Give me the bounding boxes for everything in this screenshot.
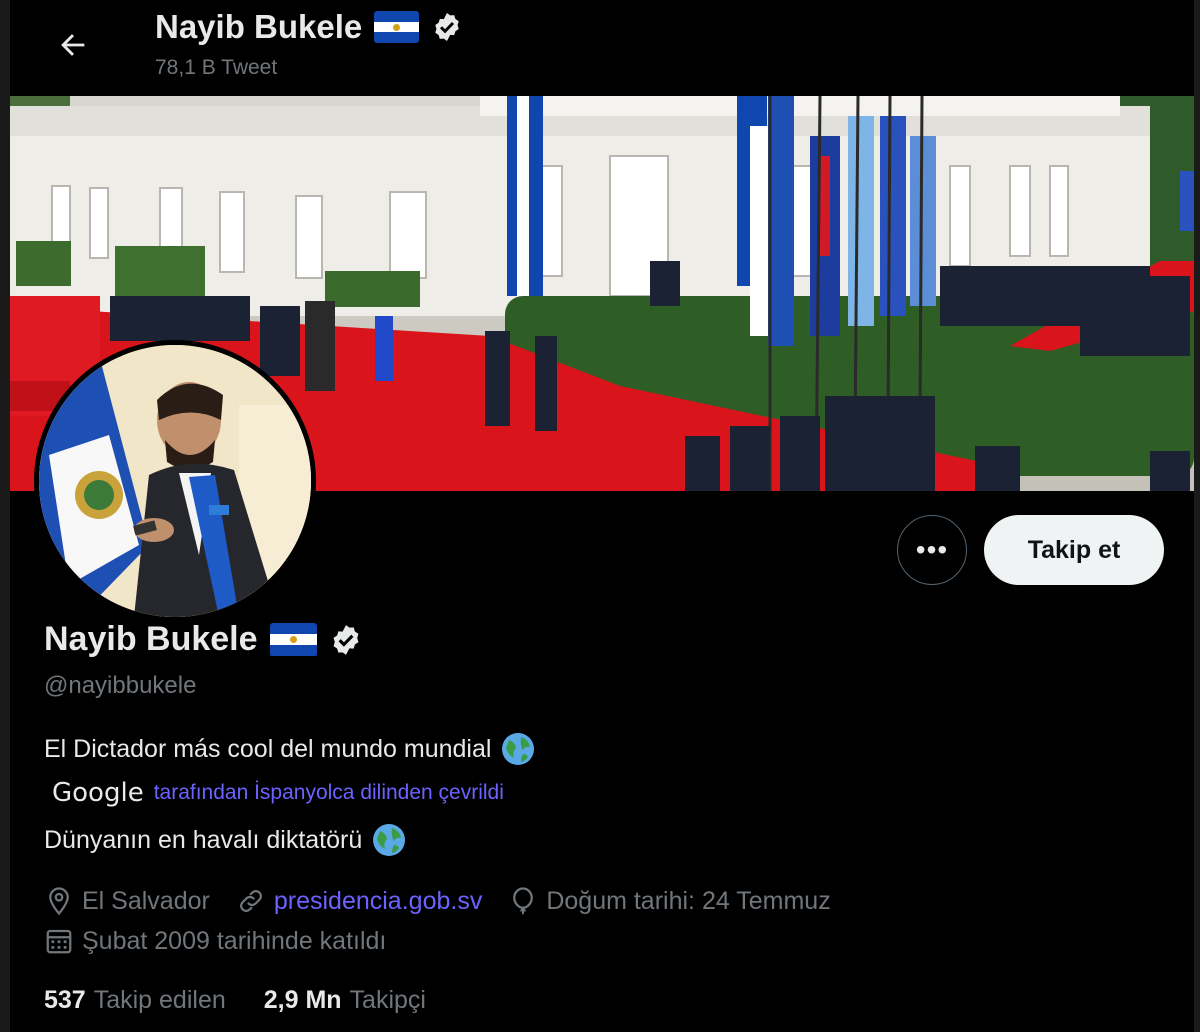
translation-attribution: Google tarafından İspanyolca dilinden çe…: [52, 778, 504, 808]
back-arrow-icon[interactable]: [50, 22, 96, 68]
calendar-icon: [44, 926, 74, 956]
profile-name: Nayib Bukele: [44, 620, 258, 658]
joined-text: Şubat 2009 tarihinde katıldı: [82, 926, 387, 955]
following-link[interactable]: 537 Takip edilen: [44, 986, 226, 1015]
window-border-right: [1194, 0, 1200, 1032]
follow-button[interactable]: Takip et: [984, 515, 1164, 585]
verified-badge-icon: [431, 11, 463, 43]
profile-handle: @nayibbukele: [44, 672, 197, 699]
followers-label: Takipçi: [349, 986, 426, 1014]
followers-count: 2,9 Mn: [263, 986, 342, 1014]
joined-item: Şubat 2009 tarihinde katıldı: [44, 926, 386, 956]
window-border-left: [0, 0, 10, 1032]
link-icon: [236, 886, 266, 916]
top-header: Nayib Bukele 78,1 B Tweet: [10, 0, 1194, 96]
balloon-icon: [508, 886, 538, 916]
header-name-row: Nayib Bukele: [155, 8, 463, 46]
profile-bio: El Dictador más cool del mundo mundial: [44, 732, 535, 766]
location-pin-icon: [44, 886, 74, 916]
following-count: 537: [44, 986, 86, 1014]
birthday-text: Doğum tarihi: 24 Temmuz: [546, 886, 831, 915]
translated-bio: Dünyanın en havalı diktatörü: [44, 823, 406, 857]
translation-note-link[interactable]: tarafından İspanyolca dilinden çevrildi: [154, 781, 504, 805]
globe-emoji-icon: [372, 823, 406, 857]
profile-avatar[interactable]: [34, 340, 316, 622]
profile-page: Nayib Bukele 78,1 B Tweet ••• Takip et N…: [0, 0, 1200, 1032]
location-text: El Salvador: [82, 886, 210, 915]
translated-bio-text: Dünyanın en havalı diktatörü: [44, 825, 363, 854]
verified-badge-icon[interactable]: [329, 623, 363, 657]
google-logo: Google: [52, 778, 144, 808]
more-options-button[interactable]: •••: [897, 515, 967, 585]
following-label: Takip edilen: [93, 986, 226, 1014]
follow-stats: 537 Takip edilen 2,9 Mn Takipçi: [44, 986, 464, 1015]
profile-meta: El Salvador presidencia.gob.sv Doğum tar…: [44, 886, 857, 916]
followers-link[interactable]: 2,9 Mn Takipçi: [264, 986, 426, 1015]
globe-emoji-icon: [501, 732, 535, 766]
bio-text: El Dictador más cool del mundo mundial: [44, 734, 492, 763]
el-salvador-flag-icon: [374, 11, 420, 43]
header-name: Nayib Bukele: [155, 8, 363, 45]
profile-name-row: Nayib Bukele: [44, 620, 363, 659]
location-item: El Salvador: [44, 886, 210, 916]
el-salvador-flag-icon: [269, 622, 317, 657]
birthday-item: Doğum tarihi: 24 Temmuz: [508, 886, 831, 916]
website-link[interactable]: presidencia.gob.sv: [274, 887, 482, 916]
header-tweet-count: 78,1 B Tweet: [155, 56, 278, 79]
website-item: presidencia.gob.sv: [236, 886, 482, 916]
